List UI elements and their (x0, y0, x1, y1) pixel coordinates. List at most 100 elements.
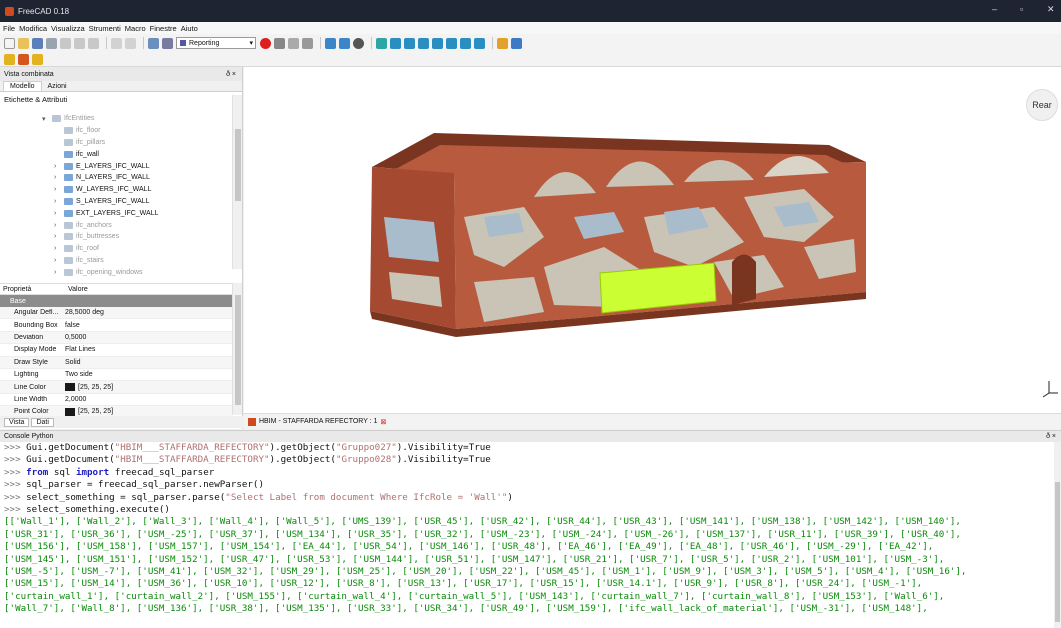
console-controls[interactable]: ð × (1046, 433, 1056, 440)
console-scrollbar[interactable] (1054, 442, 1061, 628)
property-value[interactable]: [25, 25, 25] (65, 383, 232, 392)
menu-strumenti[interactable]: Strumenti (89, 24, 121, 33)
expand-arrow-icon[interactable]: › (54, 210, 64, 217)
tree-item[interactable]: › S_LAYERS_IFC_WALL (0, 196, 232, 208)
record-macro-icon[interactable] (260, 37, 271, 49)
expand-arrow-icon[interactable]: › (54, 245, 64, 252)
refresh-icon[interactable] (148, 37, 159, 49)
property-group-base[interactable]: Base (0, 295, 232, 307)
new-file-icon[interactable] (4, 37, 15, 49)
create-group-icon[interactable] (511, 37, 522, 49)
expand-arrow-icon[interactable]: › (54, 186, 64, 193)
measure-icon[interactable] (474, 37, 485, 49)
tab-vista[interactable]: Vista (4, 417, 30, 427)
expand-arrow-icon[interactable]: › (54, 233, 64, 240)
tree-item[interactable]: ifc_wall (0, 148, 232, 160)
minimize-button[interactable]: – (992, 4, 997, 14)
property-row[interactable]: Line Color [25, 25, 25] (0, 381, 232, 394)
property-row[interactable]: Draw Style Solid (0, 356, 232, 369)
property-row[interactable]: Display Mode Flat Lines (0, 344, 232, 357)
undo-icon[interactable] (111, 37, 122, 49)
building-model[interactable] (244, 67, 1061, 413)
close-tab-icon[interactable]: ⊠ (381, 418, 387, 426)
save-as-icon[interactable] (46, 37, 57, 49)
view-isometric-icon[interactable] (376, 37, 387, 49)
python-console[interactable]: >>> Gui.getDocument("HBIM___STAFFARDA_RE… (0, 442, 1054, 628)
tree-item[interactable]: › E_LAYERS_IFC_WALL (0, 160, 232, 172)
tree-item[interactable]: › ifc_stairs (0, 255, 232, 267)
open-file-icon[interactable] (18, 37, 29, 49)
menu-file[interactable]: File (3, 24, 15, 33)
navigation-cube[interactable]: Rear (1026, 89, 1058, 121)
tree-item[interactable]: › ifc_buttresses (0, 231, 232, 243)
redo-icon[interactable] (125, 37, 136, 49)
tree-scrollbar[interactable] (232, 95, 242, 269)
view-rear-icon[interactable] (432, 37, 443, 49)
expand-arrow-icon[interactable]: › (54, 257, 64, 264)
execute-macro-icon[interactable] (302, 37, 313, 49)
document-tab[interactable]: HBIM - STAFFARDA REFECTORY : 1 ⊠ (244, 413, 1061, 429)
property-row[interactable]: Angular Defl... 28,5000 deg (0, 307, 232, 320)
tab-modello[interactable]: Modello (3, 81, 42, 91)
draw-style-icon[interactable] (353, 37, 364, 49)
property-row[interactable]: Deviation 0,5000 (0, 331, 232, 345)
fit-all-icon[interactable] (325, 37, 336, 49)
property-value[interactable]: 28,5000 deg (65, 309, 232, 316)
view-top-icon[interactable] (404, 37, 415, 49)
property-value[interactable]: 2,0000 (65, 396, 232, 403)
property-scroll-thumb[interactable] (235, 295, 241, 405)
save-icon[interactable] (32, 37, 43, 49)
property-value[interactable]: Solid (65, 359, 232, 366)
property-value[interactable]: 0,5000 (65, 334, 232, 341)
property-row[interactable]: Bounding Box false (0, 319, 232, 332)
property-row[interactable]: Lighting Two side (0, 369, 232, 382)
view-left-icon[interactable] (460, 37, 471, 49)
menu-finestre[interactable]: Finestre (150, 24, 177, 33)
expand-arrow-icon[interactable]: › (54, 198, 64, 205)
copy-icon[interactable] (74, 37, 85, 49)
console-scroll-thumb[interactable] (1055, 482, 1060, 622)
reporting-export-icon[interactable] (32, 53, 43, 65)
cut-icon[interactable] (60, 37, 71, 49)
fit-selection-icon[interactable] (339, 37, 350, 49)
menu-macro[interactable]: Macro (125, 24, 146, 33)
workbench-select[interactable]: Reporting ▾ (176, 37, 256, 49)
tree-scroll-thumb[interactable] (235, 129, 241, 201)
property-value[interactable]: Flat Lines (65, 346, 232, 353)
color-swatch[interactable] (65, 383, 75, 392)
reporting-query-icon[interactable] (4, 53, 15, 65)
tab-dati[interactable]: Dati (31, 417, 54, 427)
property-value[interactable]: [25, 25, 25] (65, 407, 232, 416)
tree-item[interactable]: › W_LAYERS_IFC_WALL (0, 184, 232, 196)
paste-icon[interactable] (88, 37, 99, 49)
expand-arrow-icon[interactable]: › (54, 163, 64, 170)
panel-controls[interactable]: ð × (226, 71, 236, 78)
expand-arrow-icon[interactable]: ▾ (42, 115, 52, 123)
expand-arrow-icon[interactable]: › (54, 222, 64, 229)
macros-icon[interactable] (288, 37, 299, 49)
property-row[interactable]: Line Width 2,0000 (0, 394, 232, 407)
maximize-button[interactable]: ▫ (1020, 4, 1023, 14)
tree-item[interactable]: ifc_floor (0, 125, 232, 137)
whats-this-icon[interactable] (162, 37, 173, 49)
close-button[interactable]: ✕ (1047, 4, 1055, 15)
color-swatch[interactable] (65, 407, 75, 416)
expand-arrow-icon[interactable]: › (54, 269, 64, 276)
tree-item[interactable]: › ifc_roof (0, 243, 232, 255)
create-part-icon[interactable] (497, 37, 508, 49)
tree-item[interactable]: › EXT_LAYERS_IFC_WALL (0, 207, 232, 219)
expand-arrow-icon[interactable]: › (54, 174, 64, 181)
property-value[interactable]: false (65, 322, 232, 329)
tree-item[interactable]: › ifc_anchors (0, 219, 232, 231)
view-right-icon[interactable] (418, 37, 429, 49)
menu-modifica[interactable]: Modifica (19, 24, 47, 33)
view-front-icon[interactable] (390, 37, 401, 49)
stop-macro-icon[interactable] (274, 37, 285, 49)
property-scrollbar[interactable] (232, 283, 242, 415)
tree-item[interactable]: › N_LAYERS_IFC_WALL (0, 172, 232, 184)
tab-azioni[interactable]: Azioni (42, 82, 73, 91)
view-bottom-icon[interactable] (446, 37, 457, 49)
tree-item[interactable]: ▾ IfcEntities (0, 113, 232, 125)
property-value[interactable]: Two side (65, 371, 232, 378)
menu-aiuto[interactable]: Aiuto (181, 24, 198, 33)
